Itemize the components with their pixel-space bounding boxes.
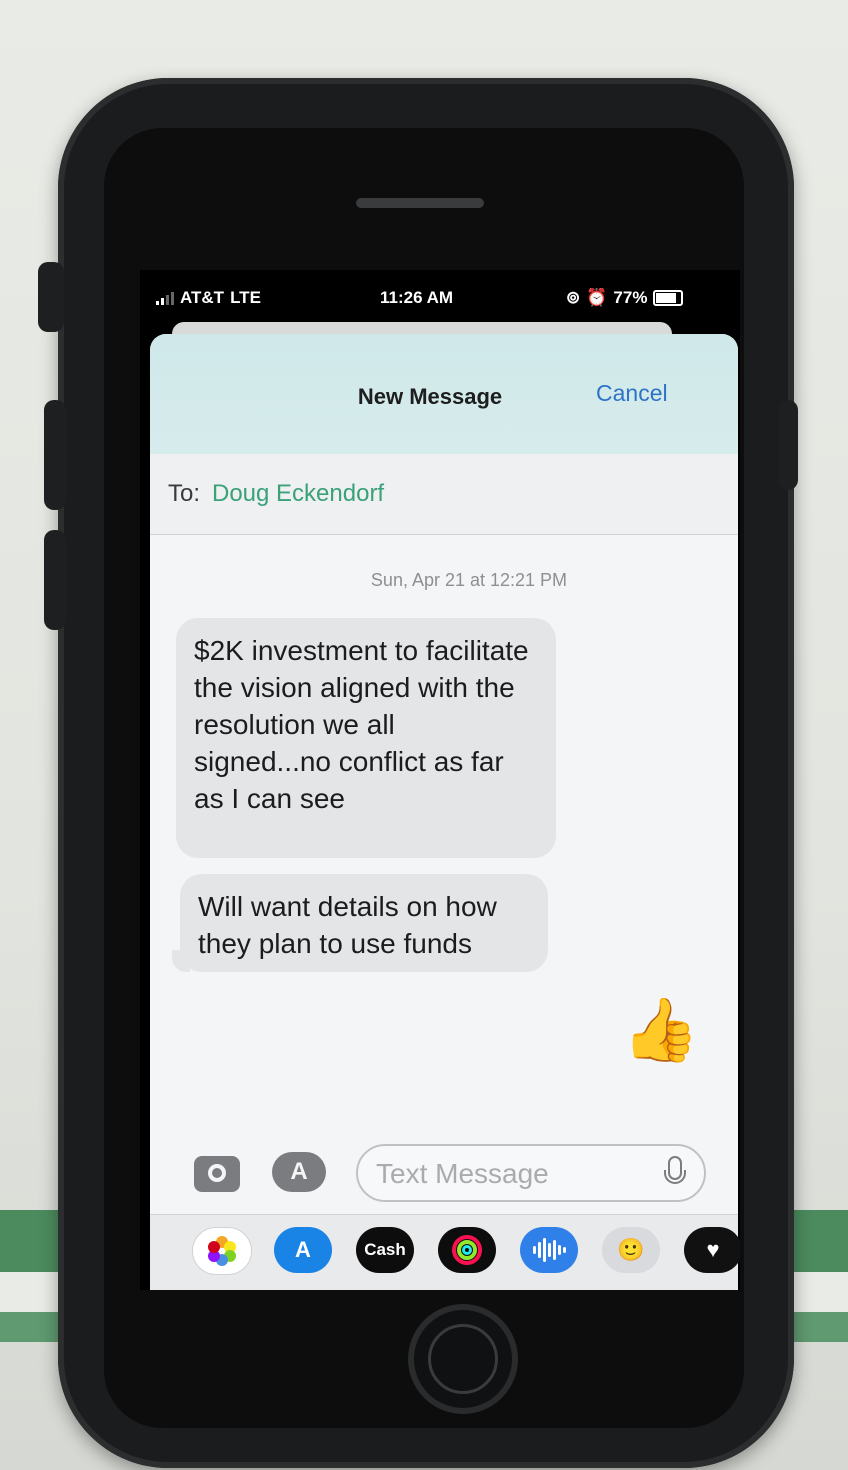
status-indicators: ⊚ ⏰ 77% [566, 288, 684, 308]
compose-sheet: New Message Cancel To: Doug Eckendorf Su… [150, 334, 740, 1290]
message-timestamp: Sun, Apr 21 at 12:21 PM [370, 570, 568, 590]
power-button [778, 400, 798, 490]
app-drawer: A Cash 🙂 ♥ [150, 1214, 740, 1290]
message-bubble-received[interactable]: $2K investment to facilitate the vision … [176, 618, 556, 858]
recipient-name[interactable]: Doug Eckendorf [212, 480, 384, 508]
camera-icon[interactable] [194, 1156, 240, 1192]
compose-header: New Message Cancel [150, 334, 738, 455]
phone-screen: AT&T LTE 11:26 AM ⊚ ⏰ 77% New Message Ca… [140, 270, 740, 1290]
apple-cash-icon[interactable]: Cash [356, 1227, 414, 1273]
photos-icon[interactable] [192, 1227, 252, 1275]
heart-icon[interactable]: ♥ [684, 1227, 740, 1273]
app-store-icon[interactable]: A [272, 1152, 326, 1192]
apple-cash-label: Cash [364, 1240, 406, 1259]
message-bubble-received[interactable]: Will want details on how they plan to us… [180, 874, 548, 972]
message-input-bar: A Text Message [150, 1134, 738, 1214]
network-type: LTE [230, 288, 261, 307]
activity-rings-icon[interactable] [438, 1227, 496, 1273]
page-title: New Message [357, 384, 503, 409]
microphone-stand [664, 1170, 686, 1184]
battery-percent: 77% [613, 288, 648, 307]
home-button-ring [428, 1324, 498, 1394]
cancel-button[interactable]: Cancel [596, 380, 668, 407]
to-label: To: [168, 480, 201, 507]
carrier-name: AT&T [180, 288, 225, 307]
battery-icon [653, 290, 684, 306]
volume-up-button [44, 400, 66, 510]
alarm-icon: ⏰ [586, 288, 608, 307]
message-input-placeholder: Text Message [376, 1158, 549, 1189]
signal-strength-icon [156, 291, 174, 305]
to-field[interactable]: To: Doug Eckendorf [150, 454, 738, 535]
volume-down-button [44, 530, 66, 630]
lock-rotation-icon: ⊚ [566, 288, 581, 307]
mute-switch [38, 262, 64, 332]
status-bar: AT&T LTE 11:26 AM ⊚ ⏰ 77% [140, 270, 740, 326]
audio-wave-icon[interactable] [520, 1227, 578, 1273]
app-store-icon[interactable]: A [274, 1227, 332, 1273]
thumbs-up-emoji-message[interactable]: 👍 [622, 1000, 699, 1062]
memoji-icon[interactable]: 🙂 [602, 1227, 660, 1273]
status-time: 11:26 AM [380, 288, 454, 307]
message-input[interactable]: Text Message [356, 1144, 706, 1202]
carrier-indicator: AT&T LTE [156, 288, 261, 308]
earpiece-speaker [356, 198, 484, 208]
